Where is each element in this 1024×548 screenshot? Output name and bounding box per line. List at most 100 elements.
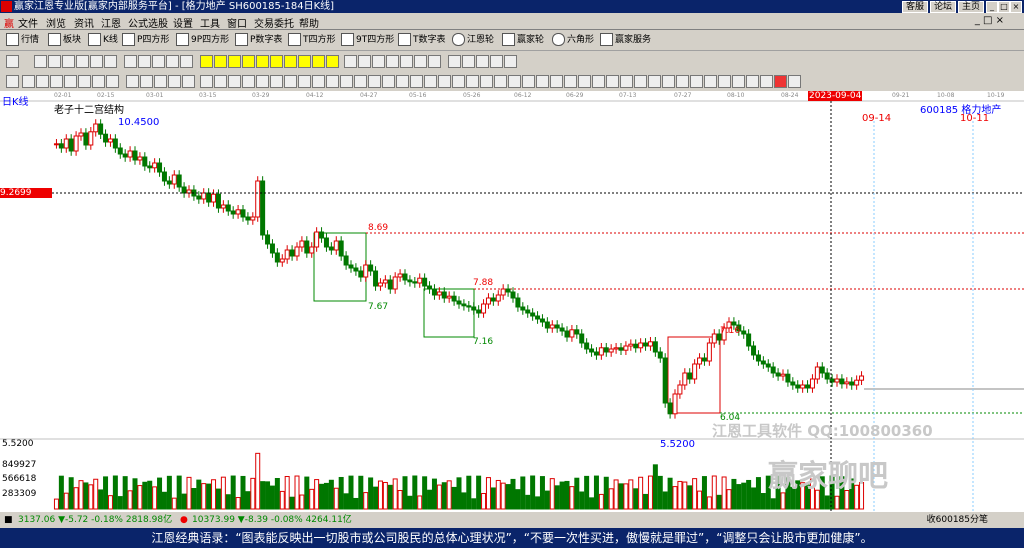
diamond-icon[interactable] [270, 55, 283, 68]
tool-icon[interactable] [284, 75, 297, 88]
tool-icon[interactable] [732, 75, 745, 88]
tool-icon[interactable] [34, 55, 47, 68]
tool-icon[interactable] [414, 55, 427, 68]
tool-icon[interactable] [704, 75, 717, 88]
tool-icon[interactable] [62, 55, 75, 68]
diamond-icon[interactable] [214, 55, 227, 68]
link-zhuye[interactable]: 主页 [957, 1, 984, 13]
period-label[interactable]: 日K线 [2, 93, 29, 108]
tool-icon[interactable] [466, 75, 479, 88]
tool-icon[interactable] [76, 55, 89, 68]
tb-winner-wheel-button[interactable]: 赢家轮 [502, 33, 544, 47]
menu-settings[interactable]: 设置 [173, 15, 193, 30]
tool-icon[interactable] [124, 55, 137, 68]
app-menu-icon[interactable]: 赢 [4, 15, 14, 30]
tool-icon[interactable] [256, 75, 269, 88]
cursor-icon[interactable] [372, 55, 385, 68]
tool-icon[interactable] [428, 55, 441, 68]
tool-icon[interactable] [214, 75, 227, 88]
maximize-icon[interactable]: □ [998, 1, 1010, 13]
minimize-icon[interactable]: _ [986, 1, 998, 13]
tool-icon[interactable] [168, 75, 181, 88]
color-icon[interactable] [774, 75, 787, 88]
diamond-icon[interactable] [326, 55, 339, 68]
tb-gann-wheel-button[interactable]: 江恩轮 [452, 33, 494, 47]
tool-icon[interactable] [166, 55, 179, 68]
date-icon[interactable] [6, 55, 19, 68]
tool-icon[interactable] [480, 75, 493, 88]
tool-icon[interactable] [788, 75, 801, 88]
tool-icon[interactable] [154, 75, 167, 88]
menu-news[interactable]: 资讯 [74, 15, 94, 30]
tool-icon[interactable] [182, 75, 195, 88]
sz-index-icon[interactable]: ● [180, 512, 188, 528]
tool-icon[interactable] [78, 75, 91, 88]
tb-service-button[interactable]: 赢家服务 [600, 33, 651, 47]
tool-icon[interactable] [152, 55, 165, 68]
kline-chart[interactable]: 02-01 02-15 03-01 03-15 03-29 04-12 04-27 05-16… [0, 91, 1024, 512]
tool-icon[interactable] [298, 75, 311, 88]
menu-minimize-icon[interactable]: _ □ × [975, 15, 1004, 26]
tool-icon[interactable] [312, 75, 325, 88]
menu-formula-pick[interactable]: 公式选股 [128, 15, 168, 30]
tool-icon[interactable] [448, 55, 461, 68]
tool-icon[interactable] [564, 75, 577, 88]
cross-icon[interactable] [358, 55, 371, 68]
tool-icon[interactable] [662, 75, 675, 88]
tool-icon[interactable] [494, 75, 507, 88]
diamond-icon[interactable] [200, 55, 213, 68]
tool-icon[interactable] [410, 75, 423, 88]
menu-trade[interactable]: 交易委托 [254, 15, 294, 30]
tool-icon[interactable] [180, 55, 193, 68]
tool-icon[interactable] [606, 75, 619, 88]
tool-icon[interactable] [106, 75, 119, 88]
tool-icon[interactable] [504, 55, 517, 68]
menu-help[interactable]: 帮助 [299, 15, 319, 30]
tool-icon[interactable] [490, 55, 503, 68]
diamond-icon[interactable] [298, 55, 311, 68]
tool-icon[interactable] [396, 75, 409, 88]
tool-icon[interactable] [242, 75, 255, 88]
tool-icon[interactable] [438, 75, 451, 88]
diamond-icon[interactable] [312, 55, 325, 68]
diamond-icon[interactable] [256, 55, 269, 68]
tool-icon[interactable] [64, 75, 77, 88]
tb-sector-button[interactable]: 板块 [48, 33, 81, 47]
tool-icon[interactable] [592, 75, 605, 88]
tool-icon[interactable] [270, 75, 283, 88]
tool-icon[interactable] [90, 55, 103, 68]
tool-icon[interactable] [368, 75, 381, 88]
tool-icon[interactable] [462, 55, 475, 68]
diamond-icon[interactable] [242, 55, 255, 68]
tool-icon[interactable] [400, 55, 413, 68]
close-icon[interactable]: × [1010, 1, 1022, 13]
tool-icon[interactable] [354, 75, 367, 88]
tool-icon[interactable] [200, 75, 213, 88]
tool-icon[interactable] [340, 75, 353, 88]
tool-icon[interactable] [476, 55, 489, 68]
tool-icon[interactable] [522, 75, 535, 88]
diamond-icon[interactable] [284, 55, 297, 68]
tool-icon[interactable] [6, 75, 19, 88]
tb-p-number-button[interactable]: P数字表 [235, 33, 282, 47]
tool-icon[interactable] [126, 75, 139, 88]
tool-icon[interactable] [508, 75, 521, 88]
menu-tools[interactable]: 工具 [200, 15, 220, 30]
tool-icon[interactable] [138, 55, 151, 68]
tb-hexagon-button[interactable]: 六角形 [552, 33, 594, 47]
menu-browse[interactable]: 浏览 [46, 15, 66, 30]
link-luntan[interactable]: 论坛 [929, 1, 956, 13]
tb-kline-button[interactable]: K线 [88, 33, 118, 47]
tool-icon[interactable] [22, 75, 35, 88]
tool-icon[interactable] [92, 75, 105, 88]
tool-icon[interactable] [140, 75, 153, 88]
tool-icon[interactable] [690, 75, 703, 88]
menu-file[interactable]: 文件 [18, 15, 38, 30]
tool-icon[interactable] [648, 75, 661, 88]
tool-icon[interactable] [452, 75, 465, 88]
tool-icon[interactable] [424, 75, 437, 88]
tb-quote-button[interactable]: 行情 [6, 33, 39, 47]
tool-icon[interactable] [634, 75, 647, 88]
tool-icon[interactable] [578, 75, 591, 88]
tb-t-number-button[interactable]: T数字表 [398, 33, 446, 47]
